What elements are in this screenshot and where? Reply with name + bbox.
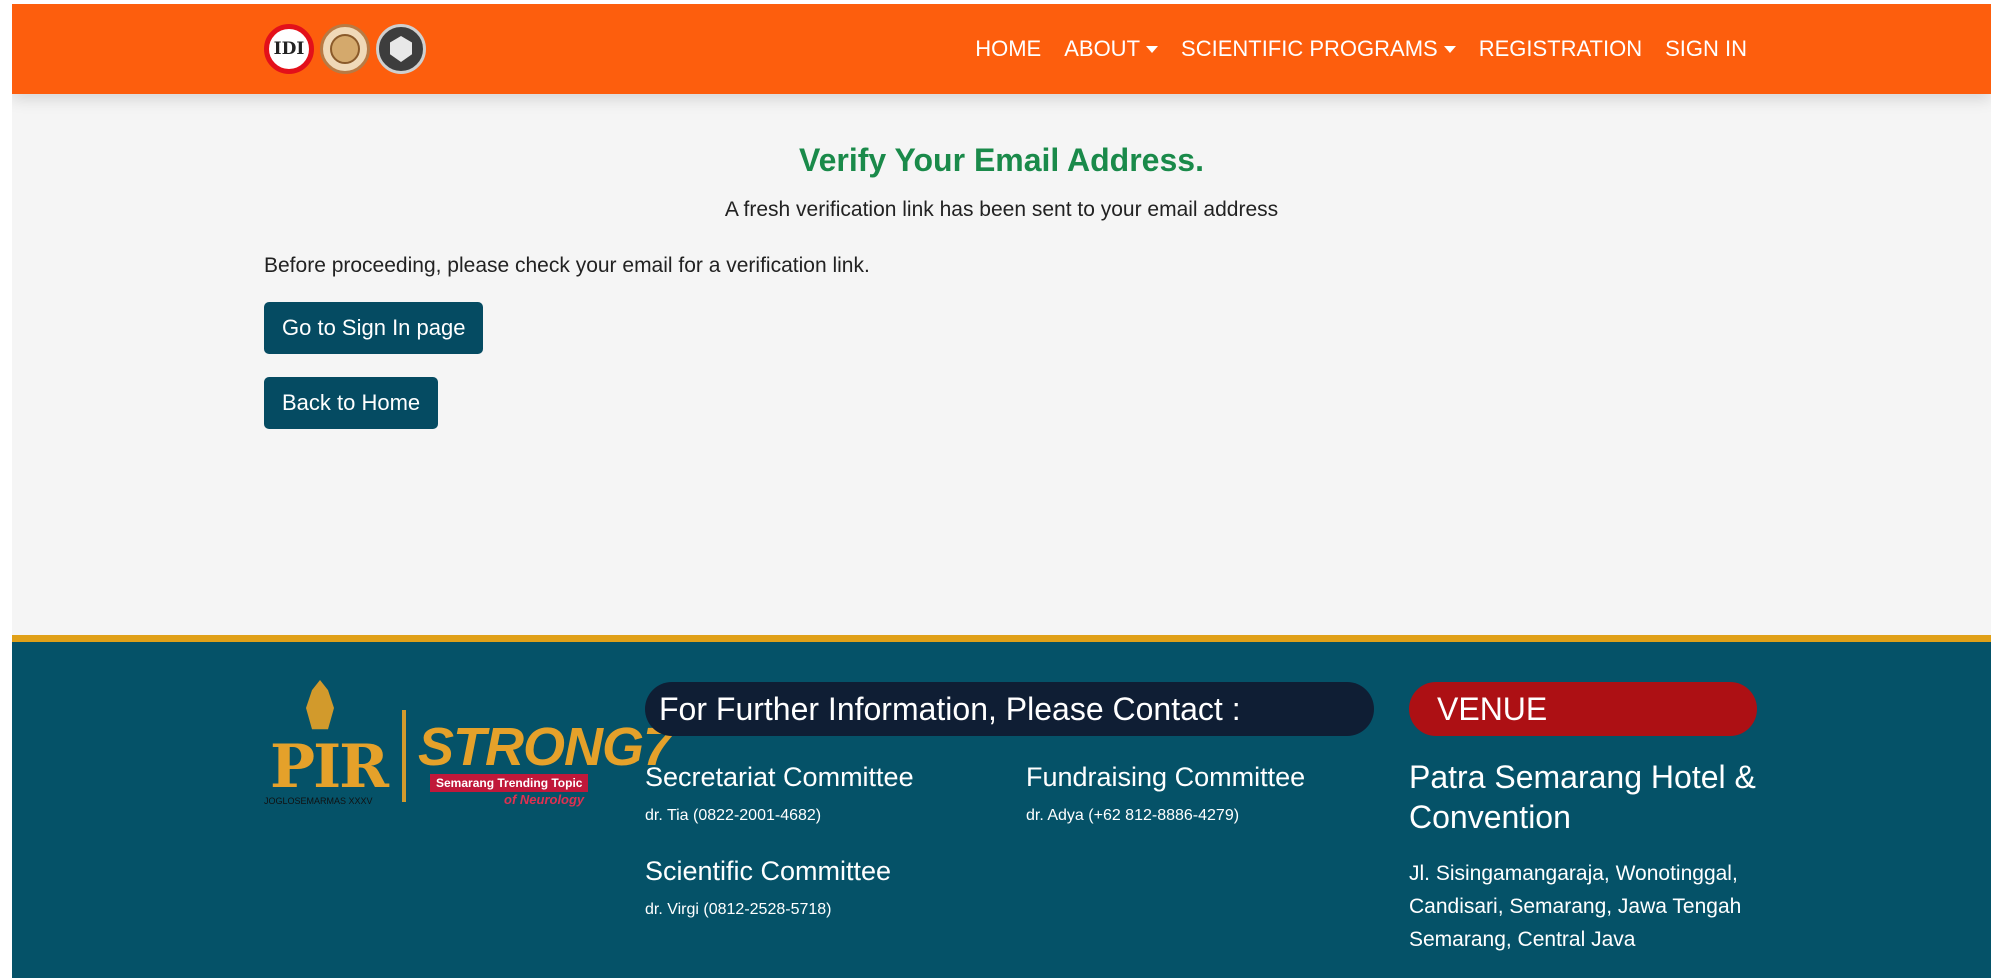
venue-address-line: Semarang, Central Java	[1409, 928, 1636, 951]
nav-sign-in[interactable]: SIGN IN	[1665, 36, 1747, 62]
contact-heading: For Further Information, Please Contact …	[645, 682, 1374, 736]
nav-registration[interactable]: REGISTRATION	[1479, 36, 1642, 62]
caret-down-icon	[1443, 45, 1456, 53]
secretariat-committee-title: Secretariat Committee	[645, 762, 914, 792]
nav-registration-label: REGISTRATION	[1478, 36, 1643, 61]
caret-down-icon	[1146, 45, 1159, 53]
nav-home[interactable]: HOME	[975, 36, 1041, 62]
strong-logo-banner: Semarang Trending Topic	[430, 774, 589, 792]
event-logo: PIR JOGLOSEMARMAS XXXV STRONG7 Semarang …	[264, 680, 673, 810]
back-to-home-button[interactable]: Back to Home	[264, 377, 439, 429]
pir-logo-subtext: JOGLOSEMARMAS XXXV	[264, 796, 373, 806]
perdossi-logo[interactable]	[320, 24, 370, 74]
nav-scientific-programs[interactable]: SCIENTIFIC PROGRAMS	[1181, 36, 1456, 62]
page-title: Verify Your Email Address.	[799, 142, 1204, 178]
venue-address-line: Jl. Sisingamangaraja, Wonotinggal,	[1409, 862, 1738, 885]
nav-about[interactable]: ABOUT	[1064, 36, 1159, 62]
navbar: IDI HOME ABOUT SCIENTIFIC PROGRAMS REGIS…	[12, 4, 1991, 94]
idi-logo-text: IDI	[273, 39, 305, 59]
strong-logo-neurology: of Neurology	[504, 792, 585, 807]
undip-logo[interactable]	[376, 24, 426, 74]
page: IDI HOME ABOUT SCIENTIFIC PROGRAMS REGIS…	[12, 4, 1991, 978]
nav-about-label: ABOUT	[1064, 36, 1141, 61]
perdossi-emblem	[330, 34, 360, 64]
nav-scientific-programs-label: SCIENTIFIC PROGRAMS	[1181, 36, 1438, 61]
nav-sign-in-label: SIGN IN	[1665, 36, 1747, 61]
main-nav: HOME ABOUT SCIENTIFIC PROGRAMS REGISTRAT…	[975, 4, 1747, 94]
idi-logo[interactable]: IDI	[264, 24, 314, 74]
venue-heading: VENUE	[1409, 682, 1757, 736]
navbar-logos: IDI	[264, 24, 426, 74]
go-to-sign-in-button[interactable]: Go to Sign In page	[264, 302, 484, 354]
verification-message: A fresh verification link has been sent …	[724, 198, 1279, 221]
pir-logo-text: PIR	[270, 732, 389, 802]
footer: PIR JOGLOSEMARMAS XXXV STRONG7 Semarang …	[12, 635, 1991, 978]
nav-home-label: HOME	[975, 36, 1042, 61]
gunungan-icon	[306, 680, 334, 730]
undip-emblem	[390, 36, 412, 62]
scientific-committee-contact: dr. Virgi (0812-2528-5718)	[645, 901, 832, 918]
venue-address: Jl. Sisingamangaraja, Wonotinggal, Candi…	[1409, 857, 1789, 956]
fundraising-committee-contact: dr. Adya (+62 812-8886-4279)	[1026, 807, 1240, 824]
instruction-text: Before proceeding, please check your ema…	[264, 254, 870, 277]
fundraising-committee-title: Fundraising Committee	[1026, 762, 1306, 792]
secretariat-committee-contact: dr. Tia (0822-2001-4682)	[645, 807, 822, 824]
scientific-committee-title: Scientific Committee	[645, 856, 892, 886]
logo-divider	[402, 710, 406, 802]
venue-address-line: Candisari, Semarang, Jawa Tengah	[1409, 895, 1742, 918]
venue-name: Patra Semarang Hotel & Convention	[1409, 759, 1756, 835]
strong-logo-text: STRONG7	[418, 717, 673, 777]
